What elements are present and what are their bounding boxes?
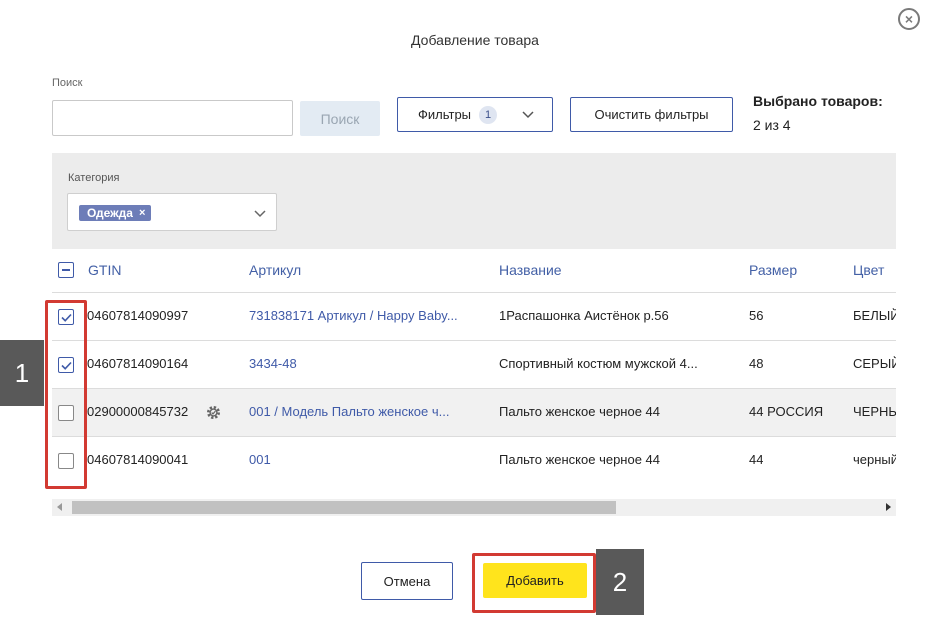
close-icon[interactable]: × xyxy=(898,8,920,30)
filters-button[interactable]: Фильтры 1 xyxy=(397,97,553,132)
filters-count-badge: 1 xyxy=(479,105,498,124)
search-label: Поиск xyxy=(52,77,83,89)
horizontal-scrollbar[interactable] xyxy=(52,499,896,516)
column-header-gtin[interactable]: GTIN xyxy=(88,262,121,278)
cell-color: БЕЛЫЙ xyxy=(853,308,896,323)
selected-count-value: 2 из 4 xyxy=(753,117,791,133)
table-row[interactable]: 04607814090041 001 Пальто женское черное… xyxy=(52,436,896,484)
cell-color: СЕРЫЙ xyxy=(853,356,896,371)
cell-article-link[interactable]: 001 / Модель Пальто женское ч... xyxy=(249,404,474,419)
annotation-marker-2: 2 xyxy=(596,549,644,615)
cell-size: 44 РОССИЯ xyxy=(749,404,824,419)
cell-color: черный xyxy=(853,452,896,467)
cell-name: 1Распашонка Аистёнок р.56 xyxy=(499,308,669,323)
cancel-button[interactable]: Отмена xyxy=(361,562,453,600)
filters-label: Фильтры xyxy=(418,107,472,122)
table-header: GTIN Артикул Название Размер Цвет xyxy=(52,249,896,292)
table-row[interactable]: 04607814090997 731838171 Артикул / Happy… xyxy=(52,292,896,340)
filter-panel: Категория Одежда × xyxy=(52,153,896,249)
scroll-left-arrow-icon[interactable] xyxy=(57,503,62,511)
dialog-title: Добавление товара xyxy=(411,32,539,48)
cell-gtin: 04607814090041 xyxy=(87,452,189,467)
checkbox-highlight-box xyxy=(45,300,87,489)
chevron-down-icon xyxy=(254,210,266,218)
category-tag-label: Одежда xyxy=(87,206,133,220)
scrollbar-thumb[interactable] xyxy=(72,501,616,514)
column-header-size[interactable]: Размер xyxy=(749,262,797,278)
cell-size: 44 xyxy=(749,452,764,467)
cell-article-link[interactable]: 731838171 Артикул / Happy Baby... xyxy=(249,308,474,323)
column-header-name[interactable]: Название xyxy=(499,262,562,278)
table-row[interactable]: 02900000845732 001 / Модель Пальто женск… xyxy=(52,388,896,436)
cell-size: 56 xyxy=(749,308,764,323)
products-table: GTIN Артикул Название Размер Цвет 046078… xyxy=(52,249,896,499)
cell-color: ЧЕРНЫЙ xyxy=(853,404,896,419)
category-label: Категория xyxy=(68,172,120,184)
search-button[interactable]: Поиск xyxy=(300,101,380,136)
cell-name: Пальто женское черное 44 xyxy=(499,404,661,419)
cell-gtin: 02900000845732 xyxy=(87,404,189,419)
column-header-color[interactable]: Цвет xyxy=(853,262,884,278)
cell-article-link[interactable]: 001 xyxy=(249,452,474,467)
category-select[interactable]: Одежда × xyxy=(67,193,277,231)
category-tag: Одежда × xyxy=(79,205,152,221)
cell-article-link[interactable]: 3434-48 xyxy=(249,356,474,371)
annotation-marker-1: 1 xyxy=(0,340,44,406)
gear-icon xyxy=(207,406,220,419)
column-header-article[interactable]: Артикул xyxy=(249,262,301,278)
cell-name: Спортивный костюм мужской 4... xyxy=(499,356,698,371)
search-input[interactable] xyxy=(52,100,293,136)
cell-name: Пальто женское черное 44 xyxy=(499,452,661,467)
select-all-checkbox[interactable] xyxy=(58,262,74,278)
cell-gtin: 04607814090997 xyxy=(87,308,189,323)
table-row[interactable]: 04607814090164 3434-48 Спортивный костюм… xyxy=(52,340,896,388)
cell-gtin: 04607814090164 xyxy=(87,356,189,371)
tag-remove-icon[interactable]: × xyxy=(139,207,145,219)
add-button-highlight-box xyxy=(472,553,596,613)
clear-filters-button[interactable]: Очистить фильтры xyxy=(570,97,733,132)
chevron-down-icon xyxy=(522,111,534,119)
cell-size: 48 xyxy=(749,356,764,371)
selected-count-label: Выбрано товаров: xyxy=(753,93,883,109)
scroll-right-arrow-icon[interactable] xyxy=(886,503,891,511)
